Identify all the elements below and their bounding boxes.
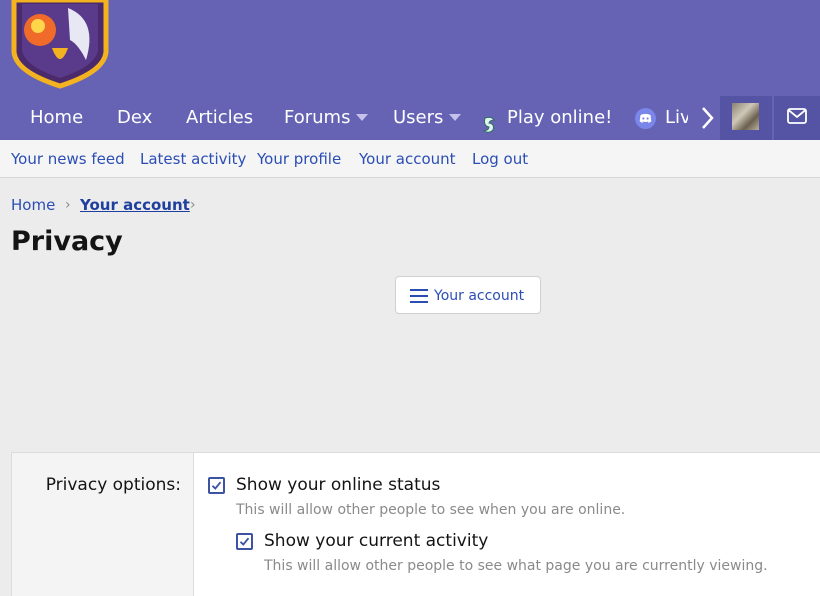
show-current-activity-checkbox[interactable] bbox=[236, 533, 253, 550]
show-current-activity-hint: This will allow other people to see what… bbox=[264, 558, 768, 574]
hamburger-menu-icon bbox=[410, 289, 428, 303]
show-online-status-checkbox[interactable] bbox=[208, 477, 225, 494]
your-account-menu-button[interactable]: Your account bbox=[395, 276, 541, 314]
subnav-log-out[interactable]: Log out bbox=[472, 140, 528, 178]
site-logo[interactable] bbox=[8, 0, 112, 90]
privacy-options-label: Privacy options: bbox=[45, 475, 181, 495]
show-current-activity-label[interactable]: Show your current activity bbox=[264, 531, 488, 551]
subnav-news-feed[interactable]: Your news feed bbox=[11, 140, 125, 178]
subnav-latest-activity[interactable]: Latest activity bbox=[140, 140, 246, 178]
privacy-form: Privacy options: Show your online status… bbox=[11, 452, 820, 596]
breadcrumb-your-account[interactable]: Your account bbox=[80, 194, 190, 216]
nav-home[interactable]: Home bbox=[30, 96, 83, 140]
nav-articles[interactable]: Articles bbox=[186, 96, 253, 140]
nav-dex[interactable]: Dex bbox=[117, 96, 152, 140]
discord-icon bbox=[635, 108, 656, 129]
envelope-icon bbox=[787, 108, 807, 128]
nav-live-label: Live bbox=[665, 107, 688, 128]
avatar bbox=[732, 103, 759, 130]
nav-forums[interactable]: Forums bbox=[284, 96, 350, 140]
show-online-status-hint: This will allow other people to see when… bbox=[236, 502, 626, 518]
checkmark-icon bbox=[211, 481, 222, 490]
page-title: Privacy bbox=[11, 226, 123, 257]
form-label-column: Privacy options: bbox=[12, 453, 194, 596]
breadcrumb-home[interactable]: Home bbox=[11, 194, 55, 216]
account-subnav: Your news feed Latest activity Your prof… bbox=[0, 140, 820, 178]
show-online-status-label[interactable]: Show your online status bbox=[236, 475, 440, 495]
showdown-icon bbox=[480, 108, 500, 133]
nav-scroll-right-icon[interactable] bbox=[696, 96, 720, 140]
nav-users[interactable]: Users bbox=[393, 96, 443, 140]
nav-live[interactable]: Live bbox=[632, 96, 688, 140]
forums-dropdown-caret-icon[interactable] bbox=[356, 114, 368, 121]
inbox-button[interactable] bbox=[774, 96, 820, 140]
your-account-menu-label: Your account bbox=[434, 288, 525, 304]
user-avatar-button[interactable] bbox=[720, 96, 772, 140]
checkmark-icon bbox=[239, 537, 250, 546]
subnav-your-account[interactable]: Your account bbox=[359, 140, 456, 178]
nav-play-online-label: Play online! bbox=[507, 107, 613, 128]
users-dropdown-caret-icon[interactable] bbox=[449, 114, 461, 121]
main-nav: Home Dex Articles Forums Users Play onli… bbox=[0, 96, 820, 140]
breadcrumb-chevron-icon: › bbox=[65, 197, 71, 213]
breadcrumb-chevron-icon: › bbox=[190, 197, 196, 213]
subnav-your-profile[interactable]: Your profile bbox=[257, 140, 341, 178]
